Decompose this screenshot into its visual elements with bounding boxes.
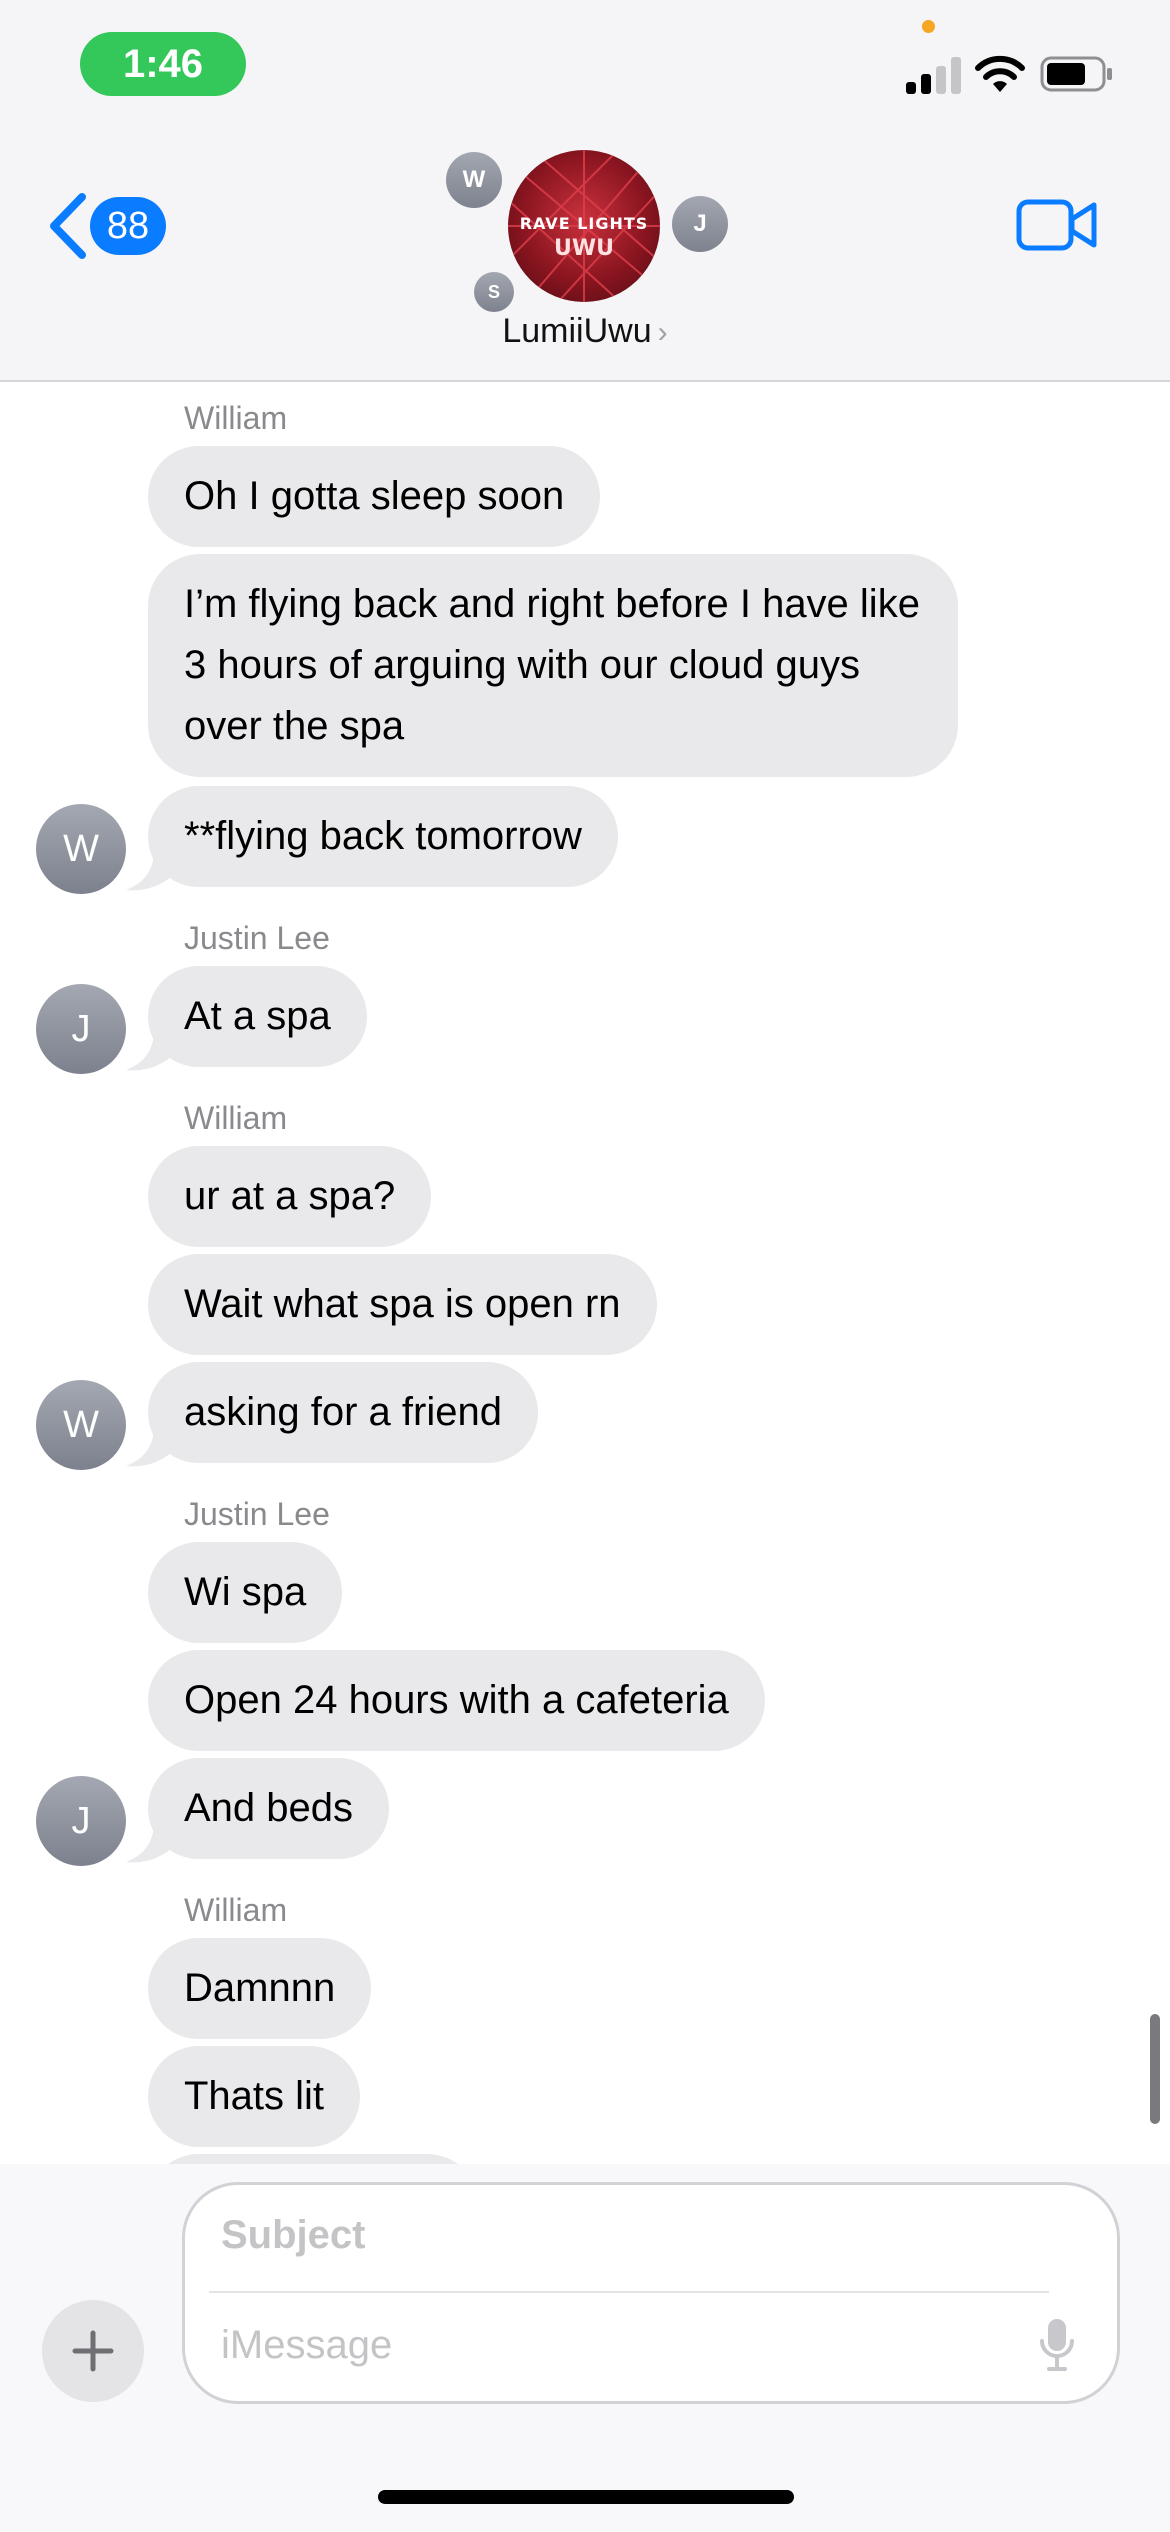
message-bubble[interactable]: Wait what spa is open rn bbox=[148, 1254, 657, 1355]
message-bubble[interactable]: And beds bbox=[148, 1758, 390, 1859]
battery-icon bbox=[1040, 56, 1112, 92]
unread-count-badge: 88 bbox=[90, 197, 166, 255]
input-divider bbox=[209, 2291, 1049, 2293]
message-thread[interactable]: William Oh I gotta sleep soon I’m flying… bbox=[0, 384, 1170, 2164]
message-bubble[interactable]: At a spa bbox=[148, 966, 367, 1067]
sender-name: Justin Lee bbox=[184, 1496, 330, 1532]
message-bubble[interactable]: ur at a spa? bbox=[148, 1146, 432, 1247]
group-avatar-subtitle: UWU bbox=[554, 236, 614, 261]
chevron-right-icon: › bbox=[657, 316, 668, 349]
bubble-tail bbox=[126, 1030, 174, 1071]
message-bubble[interactable]: Wi spa bbox=[148, 1542, 343, 1643]
group-avatar-title: RAVE LIGHTS bbox=[519, 214, 649, 233]
subject-input[interactable]: Subject bbox=[221, 2213, 365, 2258]
privacy-indicator-dot bbox=[922, 20, 935, 33]
message-bubble[interactable]: Oh I gotta sleep soon bbox=[148, 446, 601, 547]
back-button[interactable]: 88 bbox=[44, 180, 184, 272]
message-bubble[interactable]: Thats lit bbox=[148, 2046, 361, 2147]
message-bubble[interactable]: Damnnn bbox=[148, 1938, 372, 2039]
sender-name: William bbox=[184, 1892, 288, 1928]
avatar-william[interactable]: W bbox=[36, 1380, 126, 1470]
avatar-justin[interactable]: J bbox=[36, 984, 126, 1074]
group-name: LumiiUwu bbox=[502, 312, 652, 350]
home-indicator[interactable] bbox=[378, 2490, 794, 2504]
status-time[interactable]: 1:46 bbox=[80, 32, 246, 96]
avatar-justin[interactable]: J bbox=[36, 1776, 126, 1866]
message-bubble[interactable]: I’m flying back and right before I have … bbox=[148, 554, 958, 777]
member-avatar-j: J bbox=[672, 196, 728, 252]
scroll-indicator[interactable] bbox=[1150, 2014, 1160, 2124]
wifi-icon bbox=[975, 55, 1025, 92]
group-avatar[interactable]: RAVE LIGHTS UWU bbox=[508, 150, 660, 302]
message-bubble[interactable]: asking for a friend bbox=[148, 1362, 538, 1463]
sender-name: William bbox=[184, 400, 288, 436]
apps-plus-button[interactable] bbox=[42, 2300, 144, 2402]
message-input-box[interactable]: Subject iMessage bbox=[182, 2182, 1120, 2404]
compose-bar: Subject iMessage bbox=[0, 2164, 1170, 2532]
member-avatar-w: W bbox=[446, 152, 502, 208]
avatar-william[interactable]: W bbox=[36, 804, 126, 894]
sender-name: Justin Lee bbox=[184, 920, 330, 956]
bubble-tail bbox=[126, 1426, 174, 1467]
sender-name: William bbox=[184, 1100, 288, 1136]
group-name-button[interactable]: LumiiUwu › bbox=[0, 312, 1170, 351]
chevron-left-icon bbox=[50, 193, 86, 259]
message-bubble[interactable]: Open 24 hours with a cafeteria bbox=[148, 1650, 765, 1751]
cellular-signal-icon bbox=[906, 54, 962, 94]
conversation-header: 1:46 88 W J S RAVE LIGHTS UWU LumiiUwu › bbox=[0, 0, 1170, 382]
microphone-icon[interactable] bbox=[1039, 2317, 1075, 2373]
message-bubble[interactable]: **flying back tomorrow bbox=[148, 786, 618, 887]
bubble-tail bbox=[126, 850, 174, 891]
message-bubble-partial[interactable] bbox=[148, 2154, 478, 2164]
bubble-tail bbox=[126, 1822, 174, 1863]
facetime-video-button[interactable] bbox=[1016, 196, 1098, 254]
imessage-input[interactable]: iMessage bbox=[221, 2323, 392, 2368]
plus-icon bbox=[72, 2330, 114, 2372]
